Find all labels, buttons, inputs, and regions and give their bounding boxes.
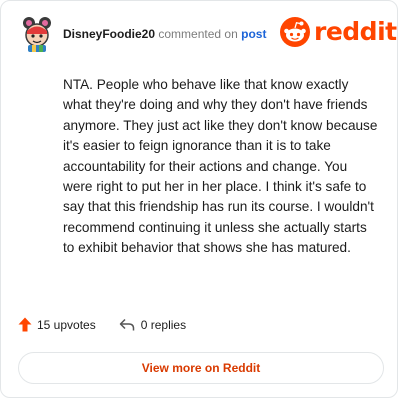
comment-card: DisneyFoodie20 commented on post reddit … xyxy=(0,0,398,398)
user-avatar-icon[interactable] xyxy=(20,16,54,52)
comment-actions: 15 upvotes 0 replies xyxy=(18,317,186,332)
comment-meta: DisneyFoodie20 commented on post xyxy=(63,27,266,41)
upvote-arrow-icon xyxy=(18,317,32,332)
upvote-action[interactable]: 15 upvotes xyxy=(18,317,96,332)
reddit-snoo-icon xyxy=(280,17,310,47)
reddit-wordmark: reddit xyxy=(314,17,397,46)
reply-count: 0 replies xyxy=(140,317,187,332)
post-link[interactable]: post xyxy=(241,27,266,41)
comment-body: NTA. People who behave like that know ex… xyxy=(63,77,378,256)
commented-on-text: commented on xyxy=(158,27,238,41)
upvote-count: 15 upvotes xyxy=(37,317,96,332)
reply-arrow-icon xyxy=(119,318,134,330)
author-name[interactable]: DisneyFoodie20 xyxy=(63,27,155,41)
view-more-button[interactable]: View more on Reddit xyxy=(18,352,384,384)
reddit-logo[interactable]: reddit xyxy=(280,17,397,47)
replies-action[interactable]: 0 replies xyxy=(119,318,186,332)
